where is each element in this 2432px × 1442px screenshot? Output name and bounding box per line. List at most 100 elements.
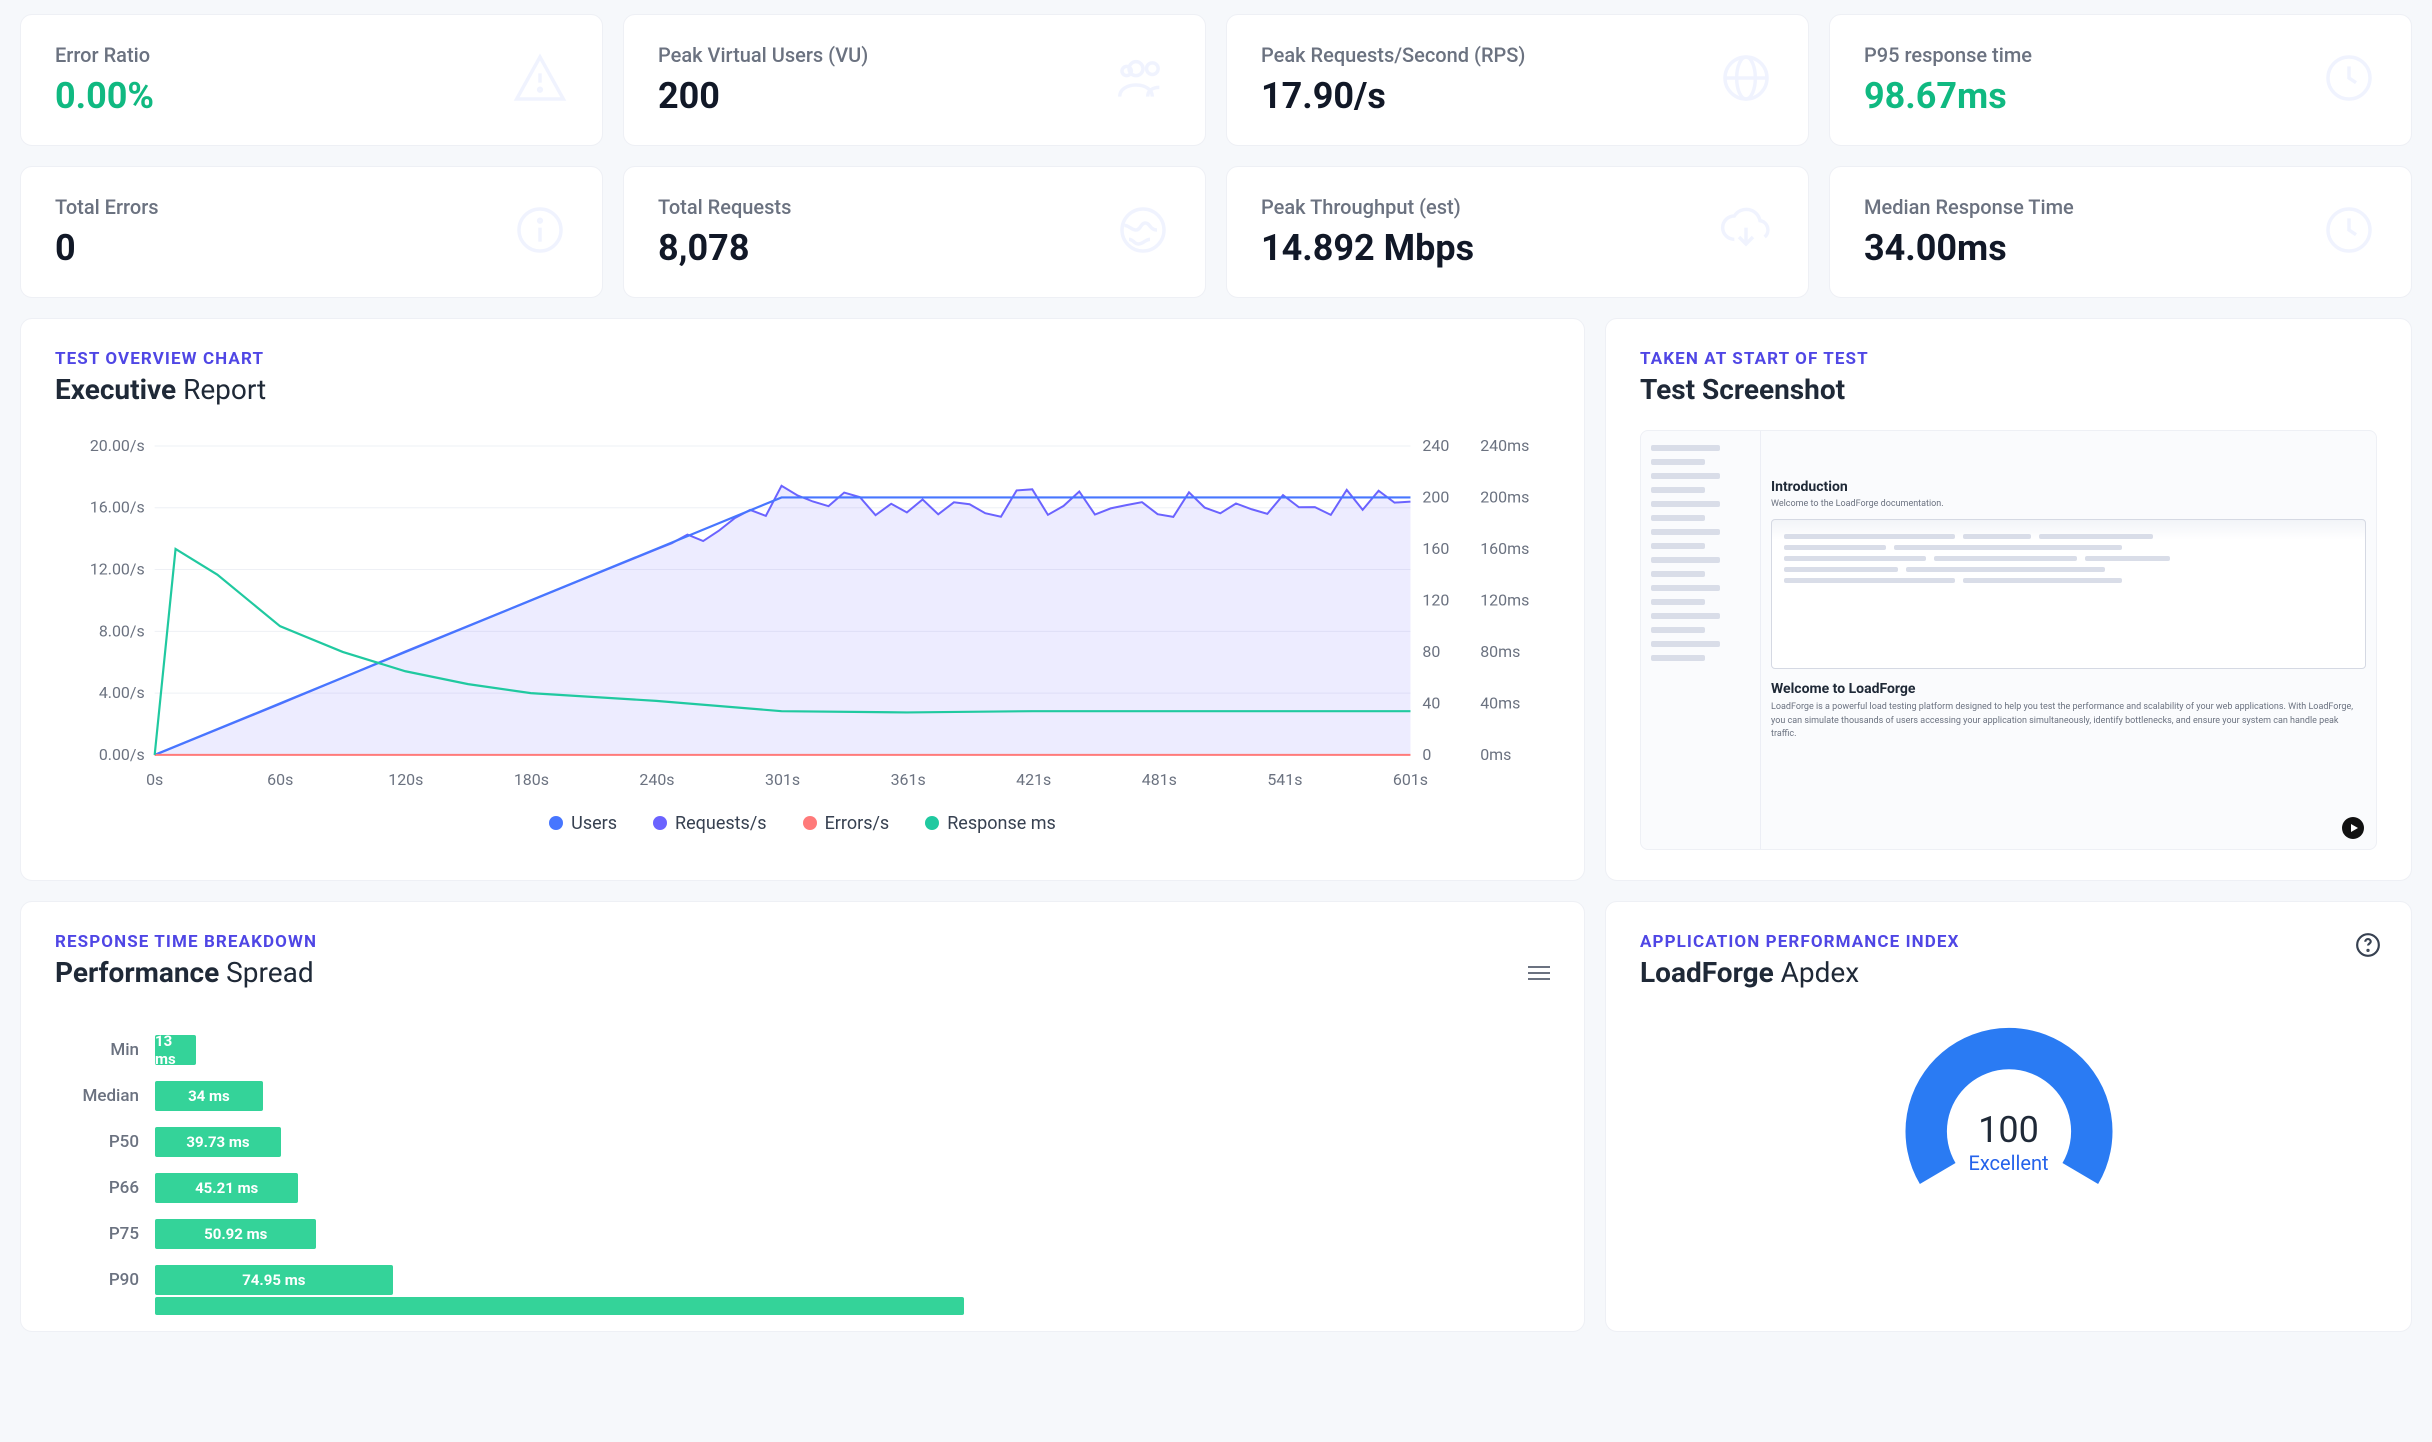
svg-text:160: 160 — [1422, 539, 1449, 558]
svg-text:120: 120 — [1422, 590, 1449, 609]
perf-row: Median 34 ms — [55, 1073, 1550, 1119]
svg-text:12.00/s: 12.00/s — [90, 560, 145, 579]
perf-label: P75 — [55, 1224, 139, 1244]
earth-icon — [1115, 202, 1171, 262]
screenshot-panel: TAKEN AT START OF TEST Test Screenshot I… — [1605, 318, 2412, 881]
svg-text:4.00/s: 4.00/s — [99, 683, 145, 702]
apdex-panel: APPLICATION PERFORMANCE INDEX LoadForge … — [1605, 901, 2412, 1332]
download-icon — [1718, 202, 1774, 262]
svg-text:40: 40 — [1422, 693, 1440, 712]
metric-value: 17.90/s — [1261, 75, 1525, 117]
metric-value: 0 — [55, 227, 159, 269]
users-icon — [1115, 50, 1171, 110]
apdex-score: 100 — [1884, 1109, 2134, 1151]
legend-item[interactable]: Errors/s — [803, 813, 890, 834]
perf-bar: 50.92 ms — [155, 1219, 316, 1249]
svg-text:80: 80 — [1422, 642, 1440, 661]
exec-chart: 0.00/s 4.00/s 8.00/s 12.00/s 16.00/s 20.00/s 0… — [55, 436, 1550, 834]
exec-eyebrow: TEST OVERVIEW CHART — [55, 349, 1550, 369]
screenshot-eyebrow: TAKEN AT START OF TEST — [1640, 349, 2377, 369]
metric-value: 8,078 — [658, 227, 791, 269]
exec-title: Executive Report — [55, 373, 1550, 406]
metric-label: Median Response Time — [1864, 195, 2074, 219]
svg-text:0ms: 0ms — [1480, 745, 1511, 764]
svg-text:160ms: 160ms — [1480, 539, 1529, 558]
metrics-row-2: Total Errors 0 Total Requests 8,078 Peak Thr… — [20, 166, 2412, 298]
metric-card: Total Errors 0 — [20, 166, 603, 298]
apdex-gauge: 100 Excellent — [1884, 1001, 2134, 1201]
metric-label: Peak Requests/Second (RPS) — [1261, 43, 1525, 67]
metric-card: Peak Virtual Users (VU) 200 — [623, 14, 1206, 146]
perf-bar: 34 ms — [155, 1081, 263, 1111]
perf-label: P90 — [55, 1270, 139, 1290]
metric-card: Peak Throughput (est)14.892 Mbps — [1226, 166, 1809, 298]
svg-text:0.00/s: 0.00/s — [99, 745, 145, 764]
svg-text:0s: 0s — [146, 770, 163, 789]
svg-text:200ms: 200ms — [1480, 487, 1529, 506]
hamburger-icon[interactable] — [1528, 966, 1550, 980]
metric-label: P95 response time — [1864, 43, 2032, 67]
play-icon[interactable] — [2342, 817, 2364, 839]
perf-label: P66 — [55, 1178, 139, 1198]
executive-report-panel: TEST OVERVIEW CHART Executive Report 0.0… — [20, 318, 1585, 881]
perf-bar: 13 ms — [155, 1035, 196, 1065]
svg-text:120s: 120s — [388, 770, 423, 789]
performance-spread-panel: RESPONSE TIME BREAKDOWN Performance Spre… — [20, 901, 1585, 1332]
svg-text:16.00/s: 16.00/s — [90, 498, 145, 517]
perf-title: Performance Spread — [55, 956, 1550, 989]
exec-legend: Users Requests/s Errors/s Response ms — [55, 813, 1550, 834]
perf-bar: 45.21 ms — [155, 1173, 298, 1203]
help-icon[interactable] — [2355, 932, 2381, 958]
apdex-eyebrow: APPLICATION PERFORMANCE INDEX — [1640, 932, 2377, 952]
legend-item[interactable]: Users — [549, 813, 617, 834]
info-icon — [512, 202, 568, 262]
svg-text:240s: 240s — [639, 770, 674, 789]
screenshot-title: Test Screenshot — [1640, 373, 2377, 406]
perf-label: P50 — [55, 1132, 139, 1152]
metric-label: Peak Virtual Users (VU) — [658, 43, 868, 67]
svg-text:541s: 541s — [1267, 770, 1302, 789]
svg-text:180s: 180s — [514, 770, 549, 789]
metric-card: P95 response time 98.67ms — [1829, 14, 2412, 146]
svg-text:240: 240 — [1422, 436, 1449, 455]
metric-value: 0.00% — [55, 75, 154, 117]
svg-text:421s: 421s — [1016, 770, 1051, 789]
perf-bar: 74.95 ms — [155, 1265, 393, 1295]
perf-bars: Min 13 ms Median 34 ms P50 39.73 ms P66 45.21 m… — [55, 1027, 1550, 1321]
svg-text:40ms: 40ms — [1480, 693, 1520, 712]
svg-text:481s: 481s — [1142, 770, 1177, 789]
metric-label: Total Requests — [658, 195, 791, 219]
metric-card: Total Requests 8,078 — [623, 166, 1206, 298]
perf-row: Min 13 ms — [55, 1027, 1550, 1073]
metric-label: Total Errors — [55, 195, 159, 219]
metric-value: 200 — [658, 75, 868, 117]
svg-text:301s: 301s — [765, 770, 800, 789]
metric-value: 98.67ms — [1864, 75, 2032, 117]
legend-item[interactable]: Response ms — [925, 813, 1056, 834]
svg-text:240ms: 240ms — [1480, 436, 1529, 455]
svg-text:80ms: 80ms — [1480, 642, 1520, 661]
perf-label: Min — [55, 1040, 139, 1060]
metric-value: 34.00ms — [1864, 227, 2074, 269]
legend-item[interactable]: Requests/s — [653, 813, 767, 834]
metric-card: Median Response Time 34.00ms — [1829, 166, 2412, 298]
perf-row: P75 50.92 ms — [55, 1211, 1550, 1257]
metric-value: 14.892 Mbps — [1261, 227, 1474, 269]
metric-label: Error Ratio — [55, 43, 154, 67]
metrics-row-1: Error Ratio 0.00% Peak Virtual Users (VU) 2… — [20, 14, 2412, 146]
svg-text:20.00/s: 20.00/s — [90, 436, 145, 455]
svg-text:8.00/s: 8.00/s — [99, 621, 145, 640]
metric-card: Error Ratio 0.00% — [20, 14, 603, 146]
svg-text:601s: 601s — [1393, 770, 1428, 789]
perf-bar: 39.73 ms — [155, 1127, 281, 1157]
perf-label: Median — [55, 1086, 139, 1106]
globe-icon — [1718, 50, 1774, 110]
svg-text:0: 0 — [1422, 745, 1431, 764]
screenshot-thumbnail[interactable]: Introduction Welcome to the LoadForge do… — [1640, 430, 2377, 850]
clock-icon — [2321, 202, 2377, 262]
svg-text:120ms: 120ms — [1480, 590, 1529, 609]
warning-triangle-icon — [512, 50, 568, 110]
svg-text:60s: 60s — [267, 770, 293, 789]
metric-card: Peak Requests/Second (RPS) 17.90/s — [1226, 14, 1809, 146]
apdex-rating: Excellent — [1884, 1151, 2134, 1175]
